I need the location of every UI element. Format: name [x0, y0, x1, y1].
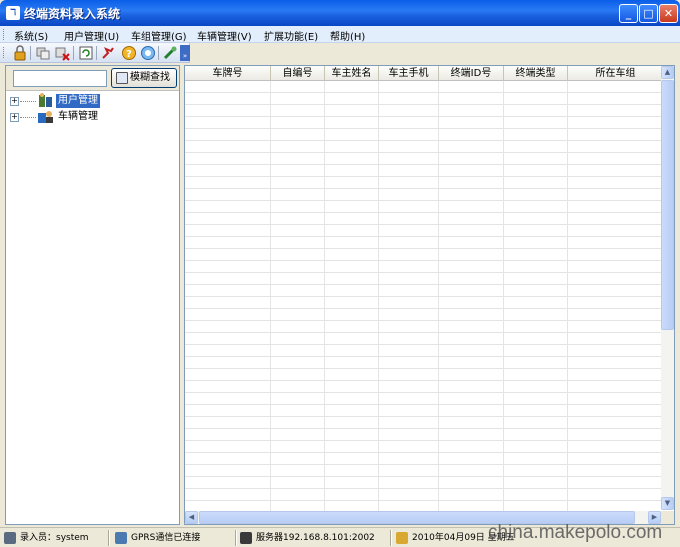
toolbar-separator [73, 46, 74, 60]
column-header-self-id[interactable]: 自编号 [271, 66, 325, 81]
search-icon [116, 72, 128, 84]
menu-extensions[interactable]: 扩展功能(E) [264, 28, 318, 43]
terminal-data-grid: 车牌号 自编号 车主姓名 车主手机 终端ID号 终端类型 所在车组 ▲ ▼ ◀ … [184, 65, 675, 525]
vehicle-management-icon [37, 109, 55, 125]
column-divider [270, 81, 271, 511]
toolbar-separator [158, 46, 159, 60]
user-delete-icon[interactable] [54, 45, 70, 61]
column-divider [567, 81, 568, 511]
tree-connector [20, 117, 36, 118]
status-separator [390, 530, 392, 546]
grid-body[interactable] [185, 81, 663, 511]
menu-help[interactable]: 帮助(H) [330, 28, 365, 43]
menu-system[interactable]: 系统(S) [14, 28, 48, 43]
calendar-icon [396, 531, 408, 544]
status-connection-text: GPRS通信已连接 [131, 533, 201, 543]
column-header-terminal-id[interactable]: 终端ID号 [439, 66, 504, 81]
tree-connector [20, 101, 36, 102]
tree-node-user-management[interactable]: + 用户管理 [6, 93, 179, 109]
toolbar-overflow-chevron[interactable]: » [180, 45, 190, 61]
column-header-vehicle-group[interactable]: 所在车组 [568, 66, 663, 81]
column-divider [378, 81, 379, 511]
menu-group-management[interactable]: 车组管理(G) [131, 28, 187, 43]
tree-node-vehicle-management[interactable]: + 车辆管理 [6, 109, 179, 125]
close-button[interactable]: ✕ [659, 4, 678, 23]
tree-label-vehicle-management[interactable]: 车辆管理 [56, 110, 100, 124]
column-header-terminal-type[interactable]: 终端类型 [504, 66, 568, 81]
toolbar-separator [96, 46, 97, 60]
status-server: 服务器192.168.8.101:2002 [240, 530, 375, 546]
status-separator [235, 530, 237, 546]
status-operator: 录入员：system [4, 530, 89, 546]
expand-icon[interactable]: + [10, 97, 19, 106]
menu-grip[interactable] [3, 29, 6, 40]
maximize-button[interactable]: □ [639, 4, 658, 23]
status-server-text: 服务器192.168.8.101:2002 [256, 533, 375, 543]
minimize-button[interactable]: _ [619, 4, 638, 23]
column-divider [438, 81, 439, 511]
scroll-up-arrow[interactable]: ▲ [661, 66, 674, 79]
network-icon [115, 531, 127, 544]
status-connection: GPRS通信已连接 [115, 530, 200, 546]
status-separator [108, 530, 110, 546]
run-icon[interactable] [100, 45, 116, 61]
menu-vehicle-management[interactable]: 车辆管理(V) [197, 28, 252, 43]
expand-icon[interactable]: + [10, 113, 19, 122]
scroll-left-arrow[interactable]: ◀ [185, 511, 198, 524]
watermark: china.makepolo.com [488, 522, 663, 543]
about-icon[interactable] [140, 45, 156, 61]
column-header-owner-phone[interactable]: 车主手机 [379, 66, 439, 81]
menu-user-management[interactable]: 用户管理(U) [64, 28, 119, 43]
title-bar[interactable]: ℸ 终端资料录入系统 _ □ ✕ [0, 0, 680, 26]
server-icon [240, 531, 252, 544]
refresh-icon[interactable] [78, 45, 94, 61]
status-operator-text: 录入员：system [20, 533, 89, 543]
tree-label-user-management[interactable]: 用户管理 [56, 94, 100, 108]
column-header-owner-name[interactable]: 车主姓名 [325, 66, 379, 81]
vertical-scrollbar[interactable]: ▲ ▼ [661, 66, 674, 510]
help-icon[interactable]: ? [121, 45, 137, 61]
user-group-icon[interactable] [35, 45, 51, 61]
column-divider [503, 81, 504, 511]
settings-icon[interactable] [162, 45, 178, 61]
toolbar-separator [30, 46, 31, 60]
column-header-plate[interactable]: 车牌号 [185, 66, 271, 81]
scrollbar-corner [661, 511, 674, 524]
search-input[interactable] [13, 70, 107, 87]
column-divider [324, 81, 325, 511]
svg-text:?: ? [126, 49, 132, 60]
lock-icon[interactable] [12, 45, 28, 61]
vertical-scroll-thumb[interactable] [661, 80, 674, 330]
user-management-icon [37, 93, 55, 109]
app-icon: ℸ [6, 6, 20, 20]
toolbar: ? » [0, 43, 190, 63]
operator-icon [4, 531, 16, 544]
fuzzy-search-button[interactable]: 模糊查找 [111, 68, 177, 88]
window-title: 终端资料录入系统 [24, 7, 121, 21]
search-row: 模糊查找 [6, 66, 179, 91]
scroll-down-arrow[interactable]: ▼ [661, 497, 674, 510]
navigation-panel: 模糊查找 + 用户管理 + 车辆管理 [5, 65, 180, 525]
fuzzy-search-label: 模糊查找 [130, 72, 170, 83]
toolbar-grip[interactable] [3, 47, 6, 58]
menu-bar: 系统(S) 用户管理(U) 车组管理(G) 车辆管理(V) 扩展功能(E) 帮助… [0, 26, 680, 43]
grid-header: 车牌号 自编号 车主姓名 车主手机 终端ID号 终端类型 所在车组 [185, 66, 663, 81]
